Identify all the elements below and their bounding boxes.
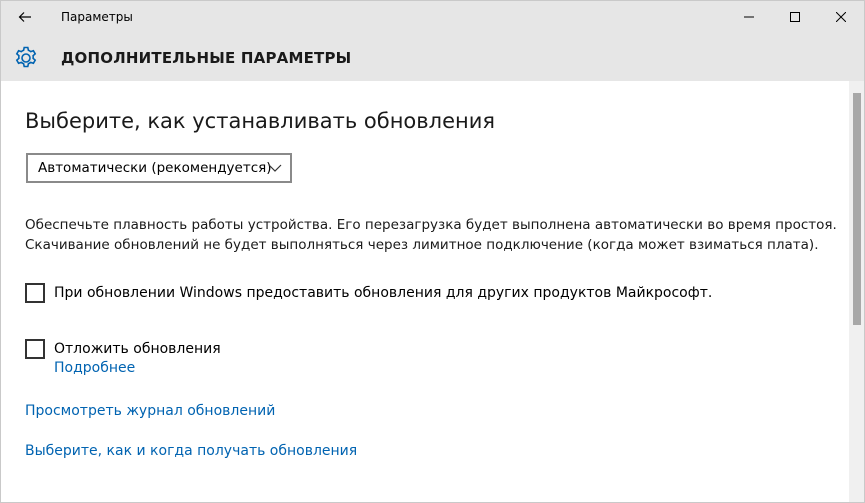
minimize-button[interactable] xyxy=(726,1,772,33)
chevron-down-icon xyxy=(268,164,282,172)
title-bar: Параметры xyxy=(1,1,864,33)
minimize-icon xyxy=(744,16,754,18)
other-products-checkbox[interactable] xyxy=(25,283,45,303)
scrollbar-thumb[interactable] xyxy=(853,93,861,325)
install-description: Обеспечьте плавность работы устройства. … xyxy=(25,215,837,255)
delivery-options-link[interactable]: Выберите, как и когда получать обновлени… xyxy=(25,443,357,459)
defer-updates-label: Отложить обновления xyxy=(54,341,221,357)
back-button[interactable] xyxy=(1,1,49,33)
gear-icon xyxy=(15,46,37,68)
settings-window: Параметры ДОПОЛНИТЕЛЬНЫЕ ПАРАМЕТРЫ Выбер… xyxy=(0,0,865,503)
other-products-option[interactable]: При обновлении Windows предоставить обно… xyxy=(25,283,712,303)
update-history-link[interactable]: Просмотреть журнал обновлений xyxy=(25,403,275,419)
vertical-scrollbar[interactable] xyxy=(849,81,864,502)
more-info-link[interactable]: Подробнее xyxy=(54,360,135,376)
install-mode-dropdown[interactable]: Автоматически (рекомендуется) xyxy=(26,153,292,183)
maximize-icon xyxy=(790,12,800,22)
content-area: Выберите, как устанавливать обновления А… xyxy=(1,81,850,502)
other-products-label: При обновлении Windows предоставить обно… xyxy=(54,285,713,301)
back-arrow-icon xyxy=(18,12,31,22)
install-mode-selected: Автоматически (рекомендуется) xyxy=(38,160,272,176)
close-button[interactable] xyxy=(818,1,864,33)
maximize-button[interactable] xyxy=(772,1,818,33)
description-line-2: Скачивание обновлений не будет выполнять… xyxy=(25,237,819,253)
window-controls xyxy=(726,1,864,33)
window-title: Параметры xyxy=(61,10,133,24)
close-icon xyxy=(836,12,846,22)
defer-updates-option[interactable]: Отложить обновления xyxy=(25,339,221,359)
page-header: ДОПОЛНИТЕЛЬНЫЕ ПАРАМЕТРЫ xyxy=(1,33,864,81)
page-header-title: ДОПОЛНИТЕЛЬНЫЕ ПАРАМЕТРЫ xyxy=(61,49,352,67)
defer-updates-checkbox[interactable] xyxy=(25,339,45,359)
page-title: Выберите, как устанавливать обновления xyxy=(25,109,496,133)
description-line-1: Обеспечьте плавность работы устройства. … xyxy=(25,217,837,233)
